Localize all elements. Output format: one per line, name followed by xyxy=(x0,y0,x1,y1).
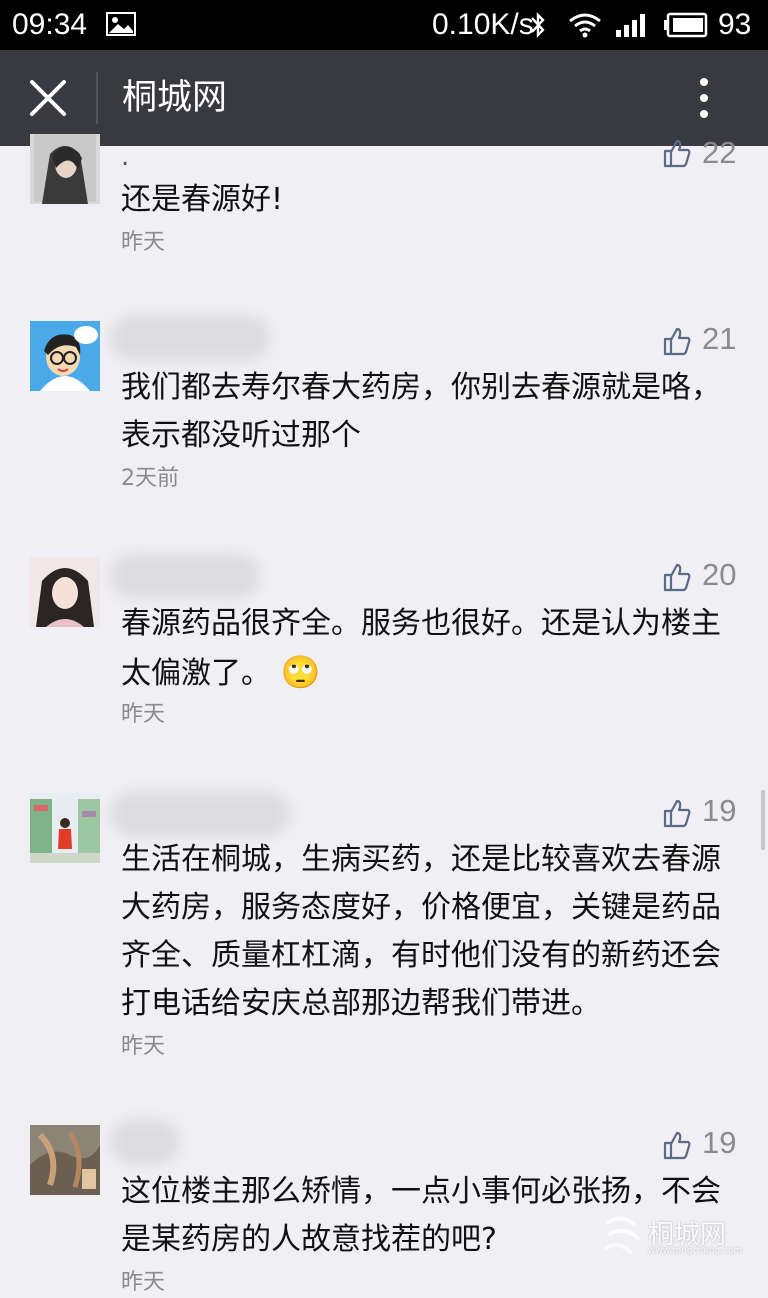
header-divider xyxy=(96,72,98,124)
comment-date: 2天前 xyxy=(121,466,179,491)
commenter-name-redacted xyxy=(110,316,270,360)
status-time: 09:34 xyxy=(12,8,88,41)
like-count: 22 xyxy=(702,135,737,170)
comment-text-body: 春源药品很齐全。服务也很好。还是认为楼主太偏激了。 xyxy=(121,606,721,691)
comment-text: 我们都去寿尔春大药房，你别去春源就是咯，表示都没听过那个 xyxy=(121,370,721,453)
commenter-name-redacted xyxy=(110,792,290,836)
app-header: 桐城网 xyxy=(0,50,768,146)
image-notification-icon xyxy=(106,12,136,36)
user-avatar[interactable] xyxy=(30,134,100,204)
thumbs-up-icon[interactable] xyxy=(662,1130,692,1160)
like-count: 19 xyxy=(702,1125,737,1160)
commenter-name-redacted xyxy=(110,554,260,598)
scrollbar[interactable] xyxy=(761,790,765,850)
comment-date: 昨天 xyxy=(121,1034,166,1059)
site-watermark: 桐城网 www.tongcheng.com xyxy=(600,1212,746,1262)
comment-date: 昨天 xyxy=(121,1270,166,1295)
watermark-url: www.tongcheng.com xyxy=(648,1246,743,1256)
user-avatar[interactable] xyxy=(30,793,100,863)
comment-text: 春源药品很齐全。服务也很好。还是认为楼主太偏激了。 🙄 xyxy=(121,600,733,698)
comment-item: 19 生活在桐城，生病买药，还是比较喜欢去春源大药房，服务态度好，价格便宜，关键… xyxy=(0,788,768,1088)
commenter-name: . xyxy=(121,142,130,172)
signal-icon xyxy=(616,14,645,37)
comment-date: 昨天 xyxy=(121,230,166,255)
battery-level: 93 xyxy=(718,8,752,41)
thumbs-up-icon[interactable] xyxy=(662,798,692,828)
thumbs-up-icon[interactable] xyxy=(662,562,692,592)
comment-text: 还是春源好! xyxy=(121,182,284,217)
status-bar: 09:34 0.10K/s 93 xyxy=(0,0,768,50)
user-avatar[interactable] xyxy=(30,557,100,627)
thumbs-up-icon[interactable] xyxy=(662,138,692,168)
wifi-icon xyxy=(569,13,601,38)
page-title: 桐城网 xyxy=(122,78,228,118)
like-count: 21 xyxy=(702,321,737,356)
battery-icon xyxy=(664,12,708,38)
like-count: 20 xyxy=(702,557,737,592)
bluetooth-icon xyxy=(531,12,545,38)
close-icon[interactable] xyxy=(24,74,72,122)
network-speed: 0.10K/s xyxy=(432,8,534,41)
like-count: 19 xyxy=(702,793,737,828)
comment-item: 21 我们都去寿尔春大药房，你别去春源就是咯，表示都没听过那个 2天前 xyxy=(0,316,768,516)
user-avatar[interactable] xyxy=(30,1125,100,1195)
comment-item: 20 春源药品很齐全。服务也很好。还是认为楼主太偏激了。 🙄 昨天 xyxy=(0,552,768,752)
comment-item: . 22 还是春源好! 昨天 xyxy=(0,134,768,276)
commenter-name-redacted xyxy=(110,1120,180,1164)
comment-date: 昨天 xyxy=(121,702,166,727)
more-vertical-icon[interactable] xyxy=(688,72,720,124)
watermark-logo-icon xyxy=(604,1216,640,1254)
comment-text: 生活在桐城，生病买药，还是比较喜欢去春源大药房，服务态度好，价格便宜，关键是药品… xyxy=(121,842,721,1021)
rolling-eyes-emoji: 🙄 xyxy=(280,653,321,691)
user-avatar[interactable] xyxy=(30,321,100,391)
thumbs-up-icon[interactable] xyxy=(662,326,692,356)
